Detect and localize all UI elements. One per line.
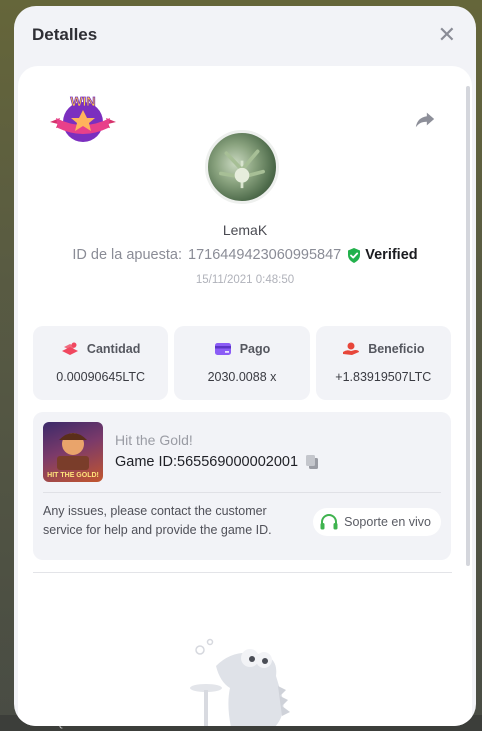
stat-value: +1.83919507LTC xyxy=(335,370,432,384)
stat-label: Pago xyxy=(239,342,271,356)
thumb-caption: HIT THE GOLD! xyxy=(47,472,99,479)
scrollbar[interactable] xyxy=(466,86,470,566)
verified-badge: Verified xyxy=(347,247,418,263)
stats-row: Cantidad 0.00090645LTC Pago 2030.0088 x xyxy=(33,326,451,400)
stat-value: 2030.0088 x xyxy=(207,370,277,384)
stack-icon xyxy=(61,342,78,355)
game-thumbnail[interactable]: HIT THE GOLD! xyxy=(43,422,103,482)
stat-profit: Beneficio +1.83919507LTC xyxy=(315,326,451,400)
share-icon[interactable] xyxy=(414,108,436,130)
details-modal: Detalles ✕ WIN LemaK ID de la apuesta: 1 xyxy=(14,6,476,726)
game-id-label: Game ID: xyxy=(115,454,178,470)
game-name[interactable]: Hit the Gold! xyxy=(115,432,193,448)
username: LemaK xyxy=(222,222,268,238)
help-text: Any issues, please contact the customer … xyxy=(43,504,272,537)
stat-label: Beneficio xyxy=(368,342,425,356)
details-panel: WIN LemaK ID de la apuesta: 171644942306… xyxy=(18,66,472,726)
stat-amount: Cantidad 0.00090645LTC xyxy=(33,326,169,400)
bet-id-value: 1716449423060995847 xyxy=(188,247,342,263)
stat-label: Cantidad xyxy=(86,342,141,356)
live-support-button[interactable]: Soporte en vivo xyxy=(313,508,441,536)
win-badge-text: WIN xyxy=(70,94,95,109)
avatar xyxy=(205,130,279,204)
section-divider xyxy=(33,572,452,573)
crocodile-mascot-icon xyxy=(190,638,290,726)
copy-icon[interactable] xyxy=(304,454,320,470)
game-id-row: Game ID: 565569000002001 xyxy=(115,454,320,470)
bet-timestamp: 15/11/2021 0:48:50 xyxy=(195,274,295,286)
stat-payout: Pago 2030.0088 x xyxy=(174,326,310,400)
game-card: HIT THE GOLD! Hit the Gold! Game ID: 5655… xyxy=(33,412,451,560)
verified-label: Verified xyxy=(365,247,418,263)
card-icon xyxy=(214,343,231,355)
stat-value: 0.00090645LTC xyxy=(56,370,146,384)
modal-header: Detalles ✕ xyxy=(14,6,476,64)
game-id-value: 565569000002001 xyxy=(177,454,299,470)
bet-id-label: ID de la apuesta: xyxy=(72,247,182,263)
bet-id-row: ID de la apuesta: 1716449423060995847 Ve… xyxy=(18,247,472,263)
win-badge-icon: WIN xyxy=(50,94,116,142)
support-label: Soporte en vivo xyxy=(344,515,431,529)
modal-title: Detalles xyxy=(32,25,98,44)
headset-icon xyxy=(320,514,338,530)
game-card-divider xyxy=(43,492,441,493)
hand-coin-icon xyxy=(343,342,360,355)
shield-check-icon xyxy=(348,247,361,263)
close-icon[interactable]: ✕ xyxy=(438,24,456,46)
